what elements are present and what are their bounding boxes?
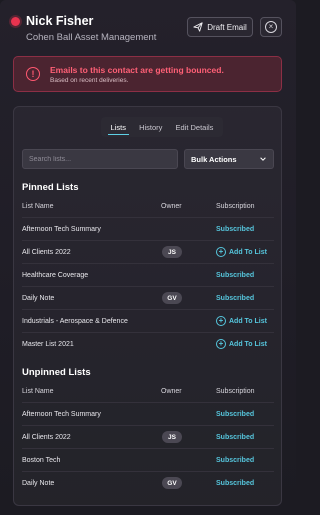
list-name: All Clients 2022 <box>22 434 71 441</box>
list-name: Boston Tech <box>22 457 61 464</box>
tab-lists[interactable]: Lists <box>107 120 129 135</box>
subscribed-status[interactable]: Subscribed <box>216 480 254 487</box>
subscribed-status[interactable]: Subscribed <box>216 434 254 441</box>
owner-avatar: GV <box>162 477 182 489</box>
owner-avatar: JS <box>162 246 182 258</box>
search-input[interactable] <box>22 149 178 169</box>
add-to-list-button[interactable]: + Add To List <box>216 316 267 326</box>
lists-card: Lists History Edit Details Bulk Actions … <box>13 106 282 506</box>
subscribed-status[interactable]: Subscribed <box>216 272 254 279</box>
contact-panel: Nick Fisher Cohen Ball Asset Management … <box>0 0 296 515</box>
tab-bar: Lists History Edit Details <box>101 117 223 137</box>
table-row[interactable]: Daily Note GV Subscribed <box>22 286 274 309</box>
bounce-alert: ! Emails to this contact are getting bou… <box>13 56 282 92</box>
column-list-name: List Name <box>22 203 54 210</box>
plus-circle-icon: + <box>216 339 226 349</box>
contact-company: Cohen Ball Asset Management <box>26 32 157 43</box>
status-dot <box>11 17 20 26</box>
send-icon <box>193 22 203 32</box>
column-owner: Owner <box>161 203 182 210</box>
list-name: Daily Note <box>22 480 55 487</box>
table-row[interactable]: Afternoon Tech Summary Subscribed <box>22 402 274 425</box>
plus-circle-icon: + <box>216 247 226 257</box>
list-name: Healthcare Coverage <box>22 272 89 279</box>
add-to-list-label: Add To List <box>229 340 267 348</box>
list-name: All Clients 2022 <box>22 249 71 256</box>
list-name: Industrials - Aerospace & Defence <box>22 318 128 325</box>
table-row[interactable]: Afternoon Tech Summary Subscribed <box>22 217 274 240</box>
table-row[interactable]: Healthcare Coverage Subscribed <box>22 263 274 286</box>
alert-circle-icon: ! <box>26 67 40 81</box>
alert-subtitle: Based on recent deliveries. <box>50 77 129 84</box>
alert-title: Emails to this contact are getting bounc… <box>50 65 224 75</box>
table-row[interactable]: All Clients 2022 JS + Add To List <box>22 240 274 263</box>
bulk-actions-dropdown[interactable]: Bulk Actions <box>184 149 274 169</box>
contact-name: Nick Fisher <box>26 14 94 28</box>
list-name: Afternoon Tech Summary <box>22 411 101 418</box>
table-row[interactable]: Daily Note GV Subscribed <box>22 471 274 494</box>
column-owner: Owner <box>161 388 182 395</box>
table-row[interactable]: All Clients 2022 JS Subscribed <box>22 425 274 448</box>
table-row[interactable]: Industrials - Aerospace & Defence + Add To… <box>22 309 274 332</box>
draft-email-label: Draft Email <box>207 22 247 32</box>
tab-edit-details[interactable]: Edit Details <box>173 120 217 135</box>
list-name: Afternoon Tech Summary <box>22 226 101 233</box>
owner-avatar: GV <box>162 292 182 304</box>
plus-circle-icon: + <box>216 316 226 326</box>
add-to-list-label: Add To List <box>229 317 267 325</box>
add-to-list-button[interactable]: + Add To List <box>216 247 267 257</box>
add-to-list-label: Add To List <box>229 248 267 256</box>
close-icon: × <box>265 21 277 33</box>
column-subscription: Subscription <box>216 388 255 395</box>
pinned-table-header: List Name Owner Subscription <box>22 203 274 217</box>
list-name: Master List 2021 <box>22 341 74 348</box>
subscribed-status[interactable]: Subscribed <box>216 411 254 418</box>
close-button[interactable]: × <box>260 17 282 37</box>
subscribed-status[interactable]: Subscribed <box>216 226 254 233</box>
subscribed-status[interactable]: Subscribed <box>216 457 254 464</box>
table-row[interactable]: Master List 2021 + Add To List <box>22 332 274 355</box>
list-name: Daily Note <box>22 295 55 302</box>
table-row[interactable]: Boston Tech Subscribed <box>22 448 274 471</box>
tab-history[interactable]: History <box>136 120 165 135</box>
bulk-actions-label: Bulk Actions <box>191 154 237 164</box>
add-to-list-button[interactable]: + Add To List <box>216 339 267 349</box>
column-subscription: Subscription <box>216 203 255 210</box>
chevron-down-icon <box>260 157 266 161</box>
owner-avatar: JS <box>162 431 182 443</box>
column-list-name: List Name <box>22 388 54 395</box>
pinned-lists-title: Pinned Lists <box>22 182 79 193</box>
subscribed-status[interactable]: Subscribed <box>216 295 254 302</box>
unpinned-lists-title: Unpinned Lists <box>22 367 91 378</box>
unpinned-table-header: List Name Owner Subscription <box>22 388 274 402</box>
draft-email-button[interactable]: Draft Email <box>187 17 253 37</box>
